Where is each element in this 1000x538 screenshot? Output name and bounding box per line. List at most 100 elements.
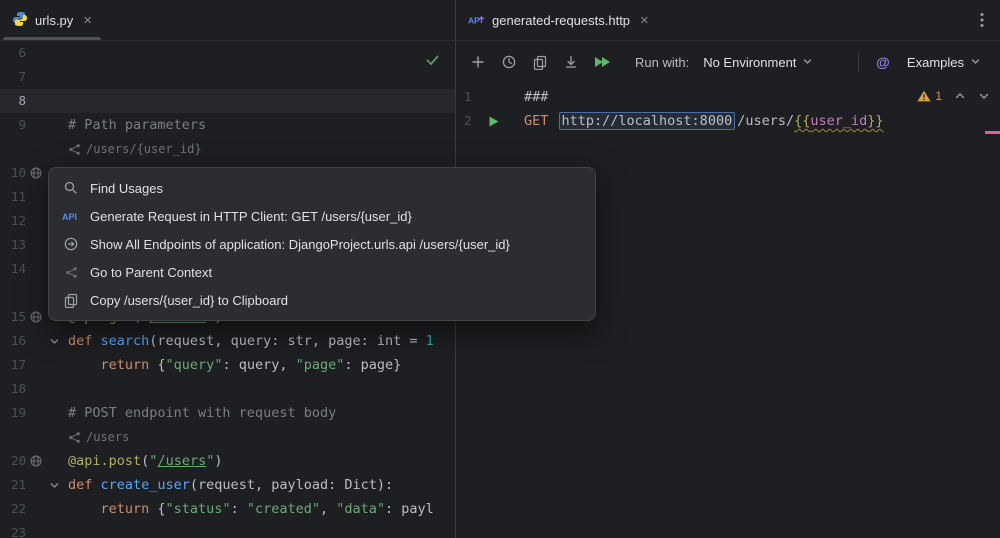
gutter-space bbox=[26, 209, 46, 233]
scrollbar-caret-marker bbox=[985, 131, 1000, 134]
environment-variables-button[interactable]: @ bbox=[869, 49, 897, 75]
code-text[interactable]: @api.post("/users") bbox=[62, 449, 223, 473]
code-text[interactable]: return {"status": "created", "data": pay… bbox=[62, 497, 434, 521]
code-text[interactable]: def create_user(request, payload: Dict): bbox=[62, 473, 393, 497]
code-text[interactable]: ### bbox=[524, 85, 548, 109]
environment-value: No Environment bbox=[703, 55, 796, 70]
examples-select[interactable]: Examples bbox=[900, 52, 988, 73]
line-number: 23 bbox=[0, 521, 26, 538]
line-number: 11 bbox=[0, 185, 26, 209]
import-requests-button[interactable] bbox=[557, 49, 585, 75]
more-options-icon[interactable] bbox=[976, 8, 988, 32]
code-text[interactable]: /users bbox=[62, 425, 129, 449]
chevron-down-icon bbox=[970, 55, 981, 70]
inlay-label: /users bbox=[86, 425, 129, 449]
token: {{ bbox=[794, 113, 810, 129]
gutter-space bbox=[26, 329, 46, 353]
token: : bbox=[231, 501, 247, 517]
popup-item-copy-to-clipboard[interactable]: Copy /users/{user_id} to Clipboard bbox=[49, 286, 595, 314]
token: GET bbox=[524, 113, 557, 129]
context-popup: Find Usages API Generate Request in HTTP C… bbox=[48, 167, 596, 321]
gutter-space bbox=[26, 113, 46, 137]
code-text[interactable]: def search(request, query: str, page: in… bbox=[62, 329, 434, 353]
fold-space bbox=[46, 425, 62, 449]
token: { bbox=[157, 501, 165, 517]
prev-problem-icon[interactable] bbox=[954, 90, 966, 102]
fold-space bbox=[46, 377, 62, 401]
fold-chevron-icon[interactable] bbox=[46, 473, 62, 497]
gutter-space bbox=[26, 41, 46, 65]
code-text[interactable] bbox=[62, 65, 68, 89]
environment-select[interactable]: No Environment bbox=[696, 52, 820, 73]
code-row: 18 bbox=[0, 377, 455, 401]
run-request-icon[interactable] bbox=[478, 109, 508, 133]
endpoint-inlay-hint[interactable]: /users/{user_id} bbox=[68, 137, 202, 161]
fold-space bbox=[46, 89, 62, 113]
token: { bbox=[157, 357, 165, 373]
line-number bbox=[0, 425, 26, 449]
token: ### bbox=[524, 89, 548, 105]
fold-space bbox=[46, 137, 62, 161]
code-text[interactable]: /users/{user_id} bbox=[62, 137, 202, 161]
code-text[interactable] bbox=[62, 41, 68, 65]
code-text[interactable] bbox=[62, 89, 68, 113]
fold-space bbox=[46, 41, 62, 65]
code-text[interactable]: return {"query": query, "page": page} bbox=[62, 353, 401, 377]
share-icon bbox=[62, 266, 80, 279]
code-text[interactable]: GET http://localhost:8000/users/{{user_i… bbox=[524, 109, 884, 133]
tab-urls-py[interactable]: urls.py × bbox=[0, 0, 104, 40]
popup-item-generate-request[interactable]: API Generate Request in HTTP Client: GET … bbox=[49, 202, 595, 230]
line-number: 22 bbox=[0, 497, 26, 521]
token: def bbox=[68, 333, 101, 349]
close-tab-icon[interactable]: × bbox=[640, 13, 649, 28]
token: ) bbox=[214, 453, 222, 469]
run-all-button[interactable] bbox=[588, 49, 616, 75]
popup-item-label: Show All Endpoints of application: Djang… bbox=[90, 237, 510, 252]
add-request-button[interactable] bbox=[464, 49, 492, 75]
warning-icon[interactable]: 1 bbox=[917, 89, 942, 103]
endpoint-gutter-icon[interactable] bbox=[26, 449, 46, 473]
code-text[interactable] bbox=[62, 377, 68, 401]
right-tab-strip: AP generated-requests.http × bbox=[456, 0, 1000, 40]
code-row: 8 bbox=[0, 89, 455, 113]
line-number: 17 bbox=[0, 353, 26, 377]
gutter-space bbox=[26, 257, 46, 281]
code-row: 2GET http://localhost:8000/users/{{user_… bbox=[456, 109, 1000, 133]
api-icon: API bbox=[62, 210, 80, 222]
tab-generated-requests-http[interactable]: AP generated-requests.http × bbox=[456, 0, 661, 40]
copy-request-button[interactable] bbox=[526, 49, 554, 75]
line-number: 19 bbox=[0, 401, 26, 425]
inspections-ok-icon[interactable] bbox=[426, 54, 439, 69]
popup-item-find-usages[interactable]: Find Usages bbox=[49, 174, 595, 202]
endpoint-inlay-hint[interactable]: /users bbox=[68, 425, 129, 449]
warning-count: 1 bbox=[935, 89, 942, 103]
code-text[interactable] bbox=[62, 521, 68, 538]
gutter-space bbox=[26, 353, 46, 377]
popup-item-label: Generate Request in HTTP Client: GET /us… bbox=[90, 209, 412, 224]
token: def bbox=[68, 477, 101, 493]
popup-item-go-to-parent-context[interactable]: Go to Parent Context bbox=[49, 258, 595, 286]
history-button[interactable] bbox=[495, 49, 523, 75]
fold-chevron-icon[interactable] bbox=[46, 329, 62, 353]
fold-space bbox=[46, 449, 62, 473]
code-row: 23 bbox=[0, 521, 455, 538]
endpoint-gutter-icon[interactable] bbox=[26, 305, 46, 329]
token: return bbox=[68, 501, 157, 517]
next-problem-icon[interactable] bbox=[978, 90, 990, 102]
gutter-space bbox=[26, 377, 46, 401]
close-tab-icon[interactable]: × bbox=[83, 13, 92, 28]
tab-label: urls.py bbox=[35, 13, 73, 28]
examples-value: Examples bbox=[907, 55, 964, 70]
code-text[interactable]: # Path parameters bbox=[62, 113, 206, 137]
line-number: 21 bbox=[0, 473, 26, 497]
code-text[interactable]: # POST endpoint with request body bbox=[62, 401, 336, 425]
toolbar-separator bbox=[858, 52, 859, 72]
line-number: 8 bbox=[0, 89, 26, 113]
endpoints-icon bbox=[62, 236, 80, 252]
token: http://localhost:8000 bbox=[559, 112, 736, 130]
run-with-label: Run with: bbox=[635, 55, 689, 70]
gutter-space bbox=[26, 473, 46, 497]
token: user_id bbox=[810, 113, 867, 129]
endpoint-gutter-icon[interactable] bbox=[26, 161, 46, 185]
popup-item-show-all-endpoints[interactable]: Show All Endpoints of application: Djang… bbox=[49, 230, 595, 258]
